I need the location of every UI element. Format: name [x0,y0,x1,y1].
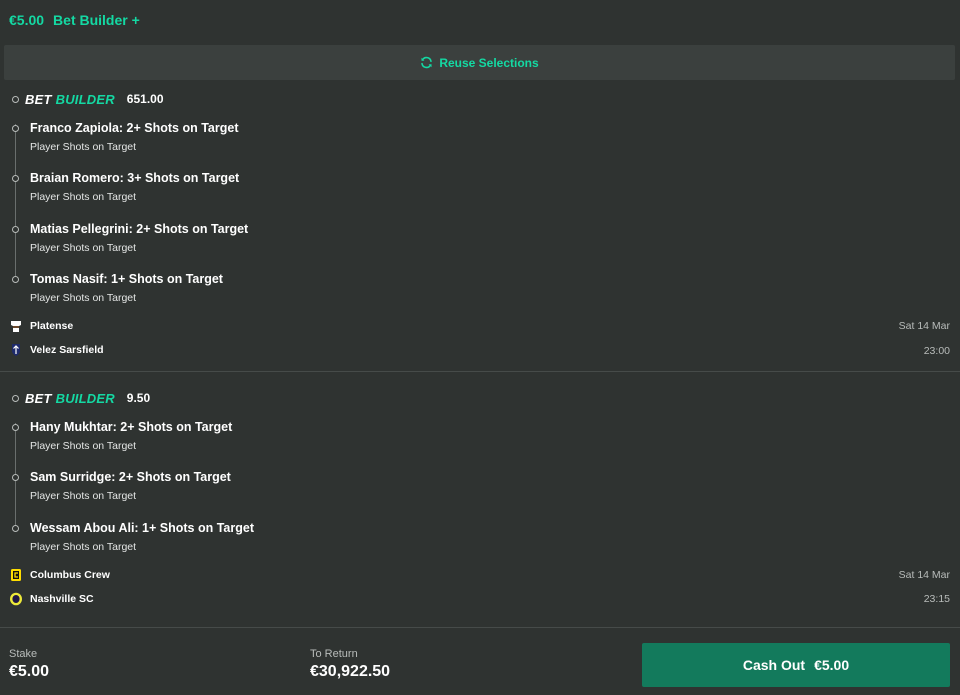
event-time: 23:15 [923,593,950,605]
timeline-dot [12,424,19,431]
selection-item: Sam Surridge: 2+ Shots on Target Player … [12,470,612,510]
home-team: Platense [9,318,73,334]
bet-builder-logo: BET BUILDER [25,91,115,107]
section-divider [0,371,960,372]
velez-crest-icon [9,343,23,357]
event-time: 23:00 [923,345,950,357]
home-team: Columbus Crew [9,567,110,583]
bet-builder-odds: 9.50 [126,391,151,405]
to-return-label: To Return [310,648,358,660]
stake-value: €5.00 [9,663,50,680]
timeline-dot [12,226,19,233]
selection-item: Braian Romero: 3+ Shots on Target Player… [12,171,612,211]
selection-market: Player Shots on Target [30,440,137,452]
selection-item: Hany Mukhtar: 2+ Shots on Target Player … [12,420,612,460]
selection-market: Player Shots on Target [30,191,137,203]
reuse-selections-label: Reuse Selections [439,55,539,70]
timeline-dot [12,125,19,132]
selection-title: Sam Surridge: 2+ Shots on Target [30,470,231,484]
selection-title: Braian Romero: 3+ Shots on Target [30,171,240,185]
cash-out-label: Cash Out [742,657,806,673]
event-date: Sat 14 Mar [898,569,950,581]
cash-out-button[interactable]: Cash Out €5.00 [642,643,950,687]
header-stake: €5.00 [9,12,45,28]
columbus-crest-icon [9,568,23,582]
timeline-dot [12,95,19,103]
bet-builder-logo: BET BUILDER [25,390,115,406]
timeline-dot [12,394,19,402]
away-team: Velez Sarsfield [9,342,104,358]
cash-out-amount: €5.00 [814,657,850,673]
team-name: Nashville SC [30,593,94,605]
selection-title: Matias Pellegrini: 2+ Shots on Target [30,222,249,236]
selection-market: Player Shots on Target [30,292,137,304]
team-name: Platense [30,320,74,332]
selection-item: Wessam Abou Ali: 1+ Shots on Target Play… [12,521,612,561]
selection-title: Franco Zapiola: 2+ Shots on Target [30,121,239,135]
bet-header[interactable]: €5.00 Bet Builder + [0,0,960,40]
selection-market: Player Shots on Target [30,242,137,254]
timeline-dot [12,276,19,283]
nashville-crest-icon [9,592,23,606]
refresh-icon [421,56,433,69]
selection-title: Wessam Abou Ali: 1+ Shots on Target [30,521,254,535]
stake-label: Stake [9,648,38,660]
bet-builder-odds: 651.00 [126,92,164,106]
timeline-dot [12,474,19,481]
selection-item: Matias Pellegrini: 2+ Shots on Target Pl… [12,222,612,262]
header-bet-type: Bet Builder + [53,12,140,28]
selection-title: Tomas Nasif: 1+ Shots on Target [30,272,223,286]
selection-market: Player Shots on Target [30,141,137,153]
selection-item: Franco Zapiola: 2+ Shots on Target Playe… [12,121,612,161]
team-name: Columbus Crew [30,569,110,581]
reuse-selections-button[interactable]: Reuse Selections [4,45,955,80]
event-date: Sat 14 Mar [898,320,950,332]
selection-market: Player Shots on Target [30,490,137,502]
bet-builder-header: BET BUILDER 9.50 [12,390,150,406]
to-return-value: €30,922.50 [310,663,391,680]
team-name: Velez Sarsfield [30,344,104,356]
timeline-dot [12,525,19,532]
platense-crest-icon [9,319,23,333]
bet-builder-header: BET BUILDER 651.00 [12,91,164,107]
selection-title: Hany Mukhtar: 2+ Shots on Target [30,420,233,434]
selection-item: Tomas Nasif: 1+ Shots on Target Player S… [12,272,612,312]
selection-market: Player Shots on Target [30,541,137,553]
away-team: Nashville SC [9,591,94,607]
timeline-dot [12,175,19,182]
bet-footer: Stake €5.00 To Return €30,922.50 Cash Ou… [0,627,960,695]
